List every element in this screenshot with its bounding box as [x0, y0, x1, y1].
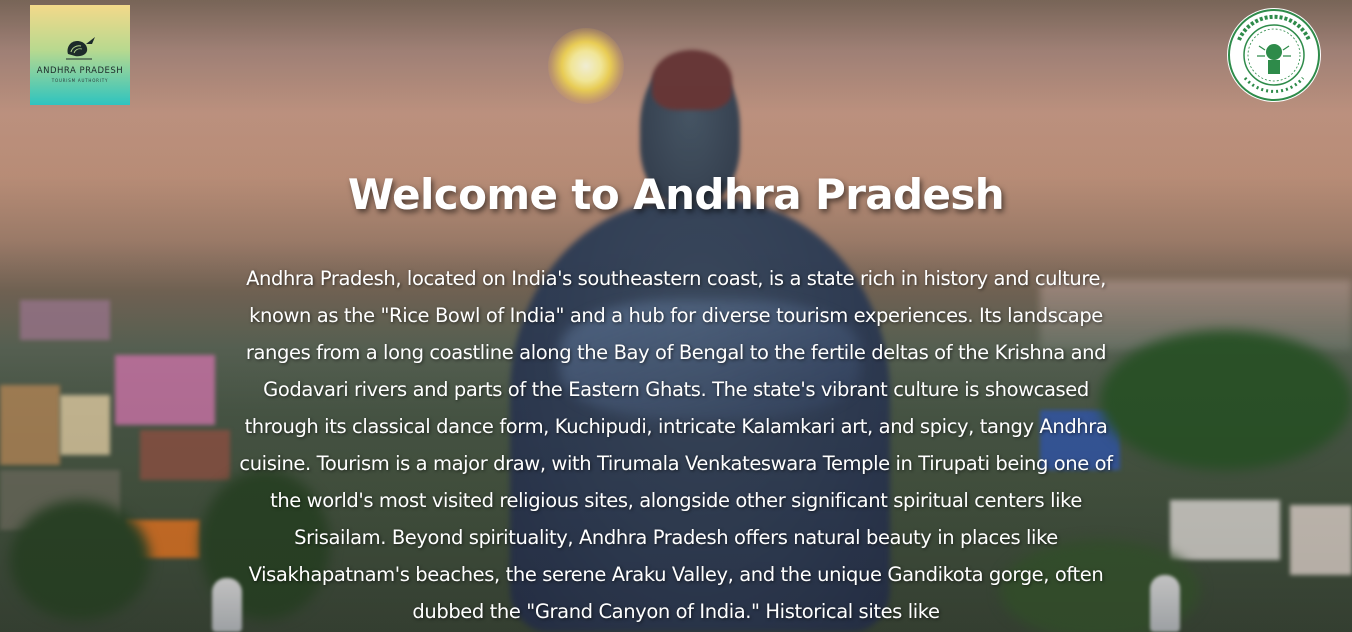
hero-description: Andhra Pradesh, located on India's south… [239, 267, 1113, 623]
logo-subtitle: TOURISM AUTHORITY [51, 77, 109, 83]
tourism-logo[interactable]: ANDHRA PRADESH TOURISM AUTHORITY [30, 5, 130, 105]
logo-title: ANDHRA PRADESH [36, 65, 124, 76]
government-emblem-icon[interactable] [1225, 6, 1323, 104]
page-title: Welcome to Andhra Pradesh [347, 170, 1005, 219]
hero-section: Welcome to Andhra Pradesh Andhra Pradesh… [226, 168, 1126, 630]
conch-shell-icon [66, 36, 95, 59]
